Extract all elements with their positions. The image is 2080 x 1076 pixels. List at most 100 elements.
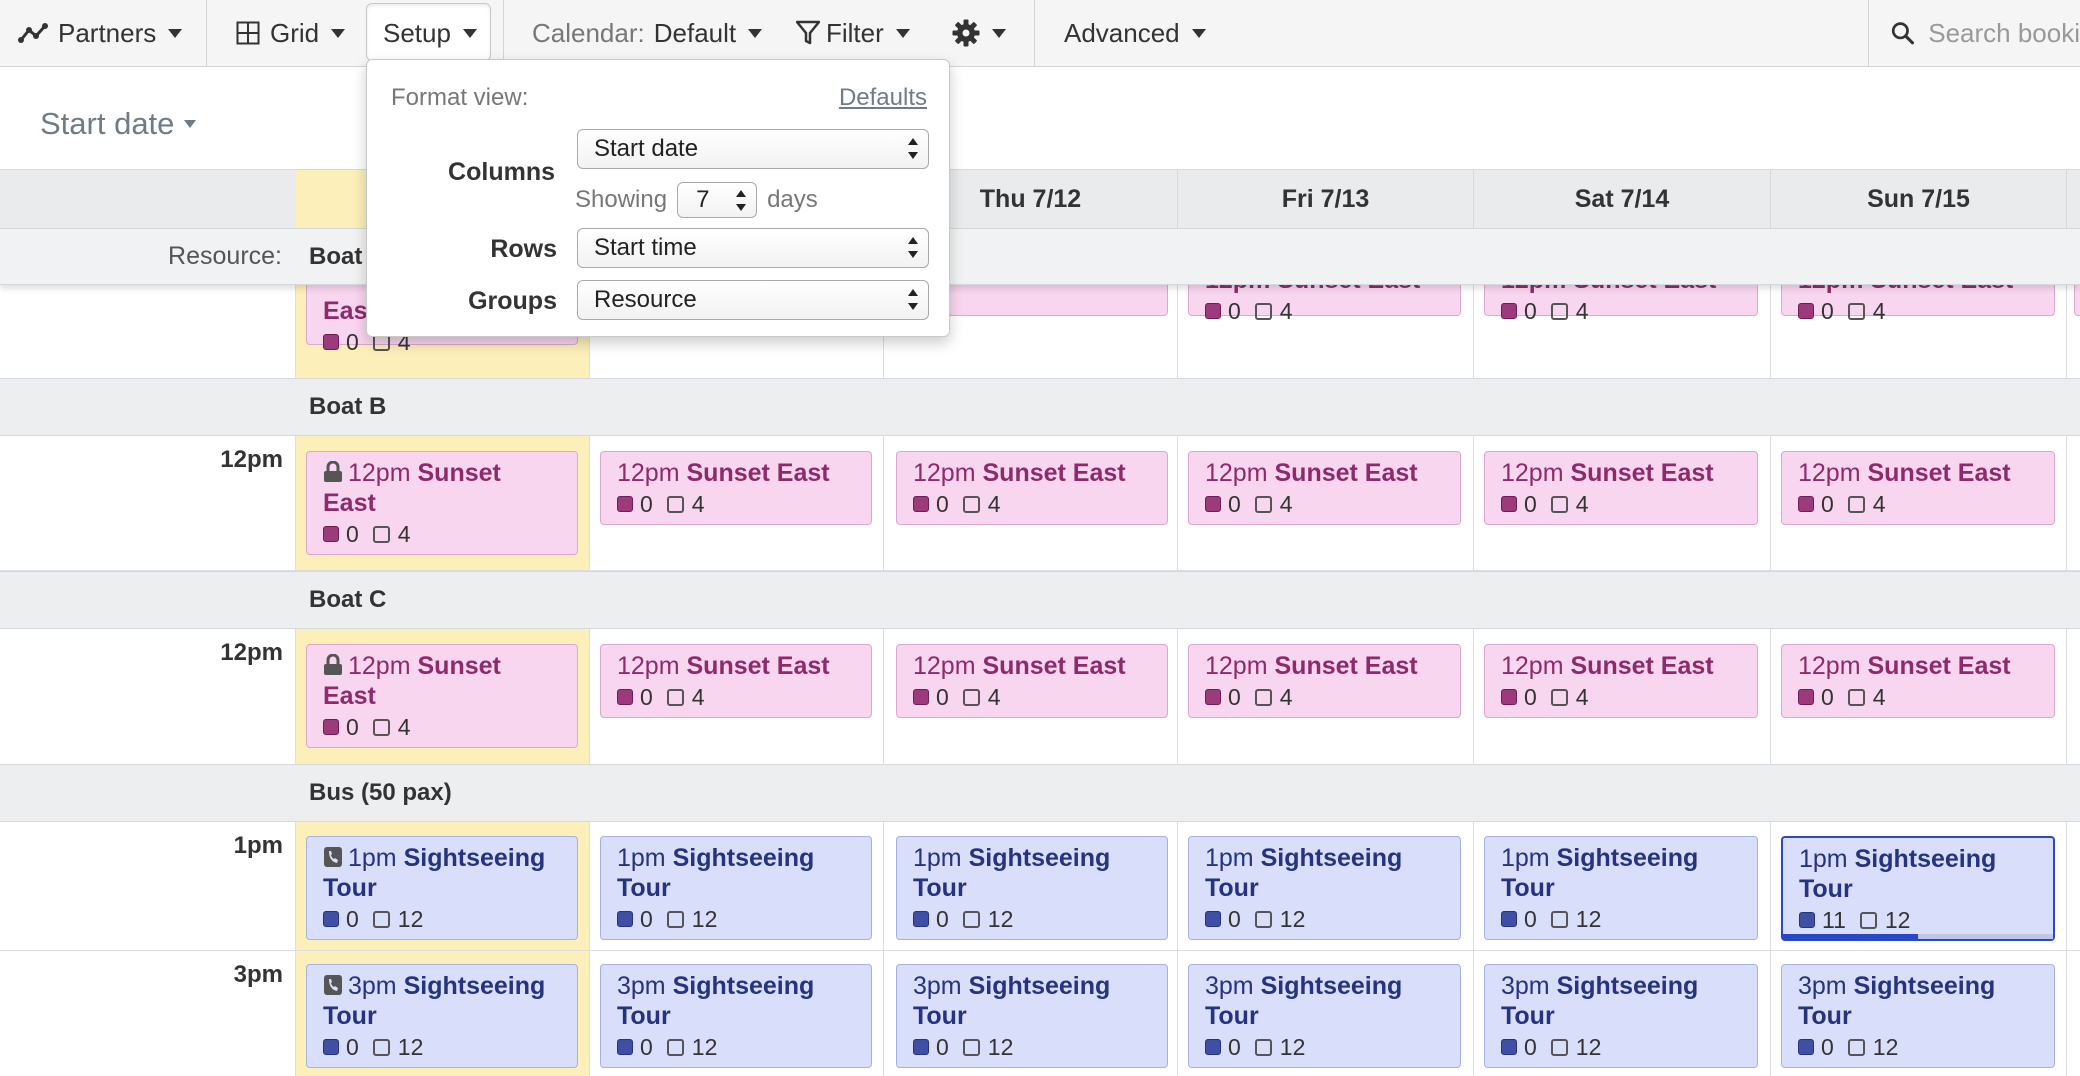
chevron-down-icon — [1191, 28, 1206, 38]
booking-card-partial[interactable] — [2074, 285, 2080, 316]
capacity-square-icon — [1254, 495, 1272, 513]
booking-card[interactable]: 3pm Sightseeing Tour 0 12 — [600, 964, 872, 1068]
card-name-continued: Tour — [617, 874, 671, 902]
capacity-count: 12 — [691, 1034, 718, 1060]
booking-card[interactable]: 1pm Sightseeing Tour 0 12 — [306, 836, 578, 940]
held-count: 0 — [1228, 906, 1241, 932]
held-square-icon — [1799, 912, 1815, 928]
booking-card[interactable]: 12pm Sunset East 0 4 — [1188, 451, 1461, 525]
card-title-line: 1pm Sightseeing — [913, 843, 1167, 873]
booking-card[interactable]: 12pm Sunset East 0 4 — [306, 644, 578, 748]
setup-menu[interactable]: Setup — [383, 0, 477, 66]
booking-card[interactable]: 3pm Sightseeing Tour 0 12 — [1781, 964, 2055, 1068]
columns-select[interactable]: Start date — [577, 129, 929, 169]
booking-card[interactable]: 3pm Sightseeing Tour 0 12 — [1484, 964, 1758, 1068]
card-stats: 04 — [1501, 296, 1757, 326]
booking-card[interactable]: 3pm Sightseeing Tour 0 12 — [1188, 964, 1461, 1068]
held-count: 0 — [1821, 491, 1834, 517]
calendar-menu[interactable]: Calendar: Default — [532, 0, 763, 66]
card-title-line: 3pm Sightseeing — [1501, 971, 1757, 1001]
held-count: 0 — [1524, 684, 1537, 710]
booking-card[interactable]: 12pm Sunset East 0 4 — [600, 451, 872, 525]
booking-card[interactable]: 12pm Sunset East 0 4 — [1781, 451, 2055, 525]
card-name: Sightseeing — [1556, 844, 1699, 872]
card-time: 3pm — [1798, 972, 1847, 1000]
card-stats: 04 — [1205, 489, 1460, 519]
booking-card[interactable]: 1pm Sightseeing Tour 0 12 — [1484, 836, 1758, 940]
capacity-square-icon — [1847, 302, 1865, 320]
capacity-square-icon — [1254, 910, 1272, 928]
card-time: 12pm — [348, 459, 411, 487]
card-time: 12pm — [1205, 652, 1268, 680]
booking-card[interactable]: 12pm Sunset East 0 4 — [1484, 644, 1758, 718]
booking-card[interactable]: 3pm Sightseeing Tour 0 12 — [896, 964, 1168, 1068]
card-title-line: 3pm Sightseeing — [1798, 971, 2054, 1001]
booking-card[interactable]: 1pm Sightseeing Tour 0 12 — [1188, 836, 1461, 940]
booking-card[interactable]: 12pm Sunset East 0 4 — [306, 451, 578, 555]
card-stats: 0 12 — [913, 904, 1167, 934]
grid-menu[interactable]: Grid — [236, 0, 346, 66]
row-time-label: 1pm — [233, 832, 283, 859]
held-square-icon — [1501, 689, 1517, 705]
filter-menu[interactable]: Filter — [796, 0, 910, 66]
card-title-line: 1pm Sightseeing — [1501, 843, 1757, 873]
card-title-line: 1pm Sightseeing — [617, 843, 871, 873]
card-stats: 04 — [323, 519, 577, 549]
card-name-continued: Tour — [1799, 875, 1853, 903]
held-square-icon — [323, 911, 339, 927]
held-square-icon — [1205, 303, 1221, 319]
held-count: 0 — [1228, 1034, 1241, 1060]
held-count: 0 — [346, 1034, 359, 1060]
booking-card[interactable]: 12pm Sunset East 0 4 — [1781, 644, 2055, 718]
partners-chart-icon — [18, 23, 48, 43]
groups-select[interactable]: Resource — [577, 280, 929, 320]
advanced-menu[interactable]: Advanced — [1064, 0, 1206, 66]
capacity-count: 4 — [691, 491, 705, 517]
groups-label: Groups — [468, 287, 557, 315]
chevron-down-icon — [748, 28, 763, 38]
held-count: 0 — [640, 684, 653, 710]
groups-select-value: Resource — [594, 286, 697, 313]
booking-card[interactable]: 12pm Sunset East 04 — [1781, 285, 2055, 324]
booking-card[interactable]: 1pm Sightseeing Tour 0 12 — [600, 836, 872, 940]
rows-select[interactable]: Start time — [577, 228, 929, 268]
defaults-link[interactable]: Defaults — [839, 84, 927, 112]
select-updown-icon — [908, 289, 918, 311]
view-title-dropdown[interactable]: Start date — [40, 106, 197, 142]
booking-card[interactable]: 12pm Sunset East 0 4 — [1188, 644, 1461, 718]
card-title-line: 3pm Sightseeing — [1205, 971, 1460, 1001]
booking-card[interactable]: 3pm Sightseeing Tour 0 12 — [306, 964, 578, 1068]
view-title: Start date — [40, 106, 175, 141]
card-time: 12pm — [1501, 652, 1564, 680]
card-stats: 04 — [1798, 682, 2054, 712]
card-stats: 11 12 — [1799, 905, 2053, 935]
booking-card[interactable]: 12pm Sunset East 0 4 — [1484, 451, 1758, 525]
card-time: 1pm — [1799, 845, 1848, 873]
settings-menu[interactable] — [952, 0, 1006, 66]
days-stepper[interactable]: 7 — [677, 182, 758, 218]
booking-card[interactable]: 12pm Sunset East 0 4 — [896, 451, 1168, 525]
capacity-count: 12 — [1575, 1034, 1602, 1060]
held-square-icon — [323, 334, 339, 350]
held-count: 0 — [936, 1034, 949, 1060]
capacity-square-icon — [372, 718, 390, 736]
card-stats: 0 12 — [913, 1032, 1167, 1062]
booking-card[interactable]: 1pm Sightseeing Tour 0 12 — [896, 836, 1168, 940]
held-square-icon — [323, 1039, 339, 1055]
booking-card[interactable]: 12pm Sunset East 0 4 — [600, 644, 872, 718]
booking-card[interactable]: 1pm Sightseeing Tour 11 12 — [1781, 836, 2055, 941]
card-time: 1pm — [1501, 844, 1550, 872]
search-input[interactable]: Search booki — [1868, 0, 2080, 66]
booking-card[interactable]: 12pm Sunset East 04 — [1484, 285, 1758, 324]
held-count: 0 — [1228, 684, 1241, 710]
held-count: 0 — [1228, 298, 1241, 324]
held-count: 0 — [936, 684, 949, 710]
booking-card[interactable]: 12pm Sunset East 0 4 — [896, 644, 1168, 718]
held-square-icon — [913, 496, 929, 512]
capacity-square-icon — [666, 1038, 684, 1056]
card-name: Sunset East — [1570, 652, 1714, 680]
card-title-line: 1pm Sightseeing — [1205, 843, 1460, 873]
partners-menu[interactable]: Partners — [18, 0, 183, 66]
booking-card[interactable]: 12pm Sunset East 04 — [1188, 285, 1461, 324]
card-name: Sunset — [417, 652, 501, 680]
